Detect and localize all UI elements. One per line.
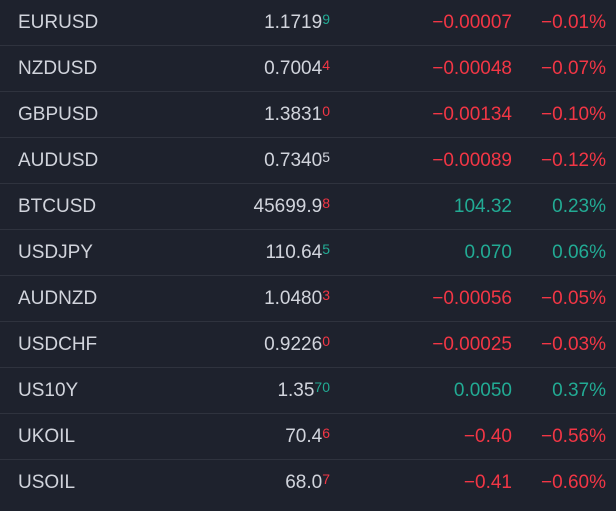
symbol-label: US10Y [18, 380, 79, 401]
last-price: 1.17199 [264, 0, 330, 45]
symbol-label: EURUSD [18, 12, 99, 33]
price-tick-digit: 6 [322, 425, 330, 441]
price-change: −0.00134 [432, 104, 512, 125]
last-price: 70.46 [285, 414, 330, 459]
price-change: 104.32 [453, 196, 512, 217]
percent-change: −0.05% [541, 288, 606, 309]
price-change: −0.00025 [432, 334, 512, 355]
price-change: −0.00056 [432, 288, 512, 309]
watchlist: EURUSD 1.17199 −0.00007 −0.01% NZDUSD 0.… [0, 0, 616, 511]
price-main: 45699.9 [253, 196, 323, 217]
watchlist-row[interactable]: AUDUSD 0.73405 −0.00089 −0.12% [0, 138, 616, 184]
symbol-label: AUDNZD [18, 288, 98, 309]
symbol-label: NZDUSD [18, 58, 98, 79]
price-change: −0.00007 [432, 12, 512, 33]
price-tick-digit: 4 [322, 57, 330, 73]
last-price: 110.645 [266, 230, 331, 275]
price-tick-digit: 0 [322, 103, 330, 119]
price-tick-digit: 8 [322, 195, 330, 211]
last-price: 1.3570 [277, 368, 330, 413]
percent-change: −0.03% [541, 334, 606, 355]
symbol-label: UKOIL [18, 426, 76, 447]
price-tick-digit: 5 [322, 241, 330, 257]
price-tick-digit: 9 [322, 11, 330, 27]
symbol-label: USDCHF [18, 334, 98, 355]
symbol-label: AUDUSD [18, 150, 99, 171]
price-change: −0.00089 [432, 150, 512, 171]
percent-change: −0.12% [541, 150, 606, 171]
price-tick-digit: 5 [322, 149, 330, 165]
watchlist-row[interactable]: UKOIL 70.46 −0.40 −0.56% [0, 414, 616, 460]
percent-change: −0.10% [541, 104, 606, 125]
price-main: 1.0480 [264, 288, 323, 309]
price-main: 0.9226 [264, 334, 323, 355]
watchlist-row[interactable]: EURUSD 1.17199 −0.00007 −0.01% [0, 0, 616, 46]
percent-change: 0.37% [552, 380, 606, 401]
last-price: 68.07 [285, 460, 330, 505]
symbol-label: BTCUSD [18, 196, 97, 217]
last-price: 1.38310 [264, 92, 330, 137]
symbol-label: USDJPY [18, 242, 93, 263]
price-change: −0.00048 [432, 58, 512, 79]
price-main: 0.7004 [264, 58, 323, 79]
percent-change: −0.56% [541, 426, 606, 447]
price-change: 0.0050 [453, 380, 512, 401]
watchlist-row[interactable]: USOIL 68.07 −0.41 −0.60% [0, 460, 616, 511]
price-tick-digit: 3 [322, 287, 330, 303]
watchlist-row[interactable]: AUDNZD 1.04803 −0.00056 −0.05% [0, 276, 616, 322]
price-change: −0.40 [463, 426, 512, 447]
price-main: 110.64 [265, 242, 323, 263]
symbol-label: USOIL [18, 472, 76, 493]
price-change: 0.070 [464, 242, 512, 263]
price-change: −0.41 [463, 472, 512, 493]
last-price: 0.73405 [264, 138, 330, 183]
percent-change: 0.06% [552, 242, 606, 263]
watchlist-row[interactable]: USDJPY 110.645 0.070 0.06% [0, 230, 616, 276]
price-main: 0.7340 [264, 150, 323, 171]
percent-change: −0.60% [541, 472, 606, 493]
percent-change: −0.07% [541, 58, 606, 79]
last-price: 0.70044 [264, 46, 330, 91]
price-tick-digit: 7 [322, 471, 330, 487]
watchlist-row[interactable]: USDCHF 0.92260 −0.00025 −0.03% [0, 322, 616, 368]
last-price: 45699.98 [254, 184, 330, 229]
price-main: 1.35 [277, 380, 315, 401]
price-main: 1.3831 [264, 104, 323, 125]
price-main: 68.0 [285, 472, 323, 493]
watchlist-row[interactable]: BTCUSD 45699.98 104.32 0.23% [0, 184, 616, 230]
last-price: 0.92260 [264, 322, 330, 367]
symbol-label: GBPUSD [18, 104, 99, 125]
percent-change: −0.01% [541, 12, 606, 33]
price-tick-digit: 70 [314, 379, 330, 395]
last-price: 1.04803 [264, 276, 330, 321]
percent-change: 0.23% [552, 196, 606, 217]
price-main: 70.4 [285, 426, 323, 447]
price-tick-digit: 0 [322, 333, 330, 349]
watchlist-row[interactable]: US10Y 1.3570 0.0050 0.37% [0, 368, 616, 414]
watchlist-row[interactable]: NZDUSD 0.70044 −0.00048 −0.07% [0, 46, 616, 92]
price-main: 1.1719 [264, 12, 323, 33]
watchlist-row[interactable]: GBPUSD 1.38310 −0.00134 −0.10% [0, 92, 616, 138]
